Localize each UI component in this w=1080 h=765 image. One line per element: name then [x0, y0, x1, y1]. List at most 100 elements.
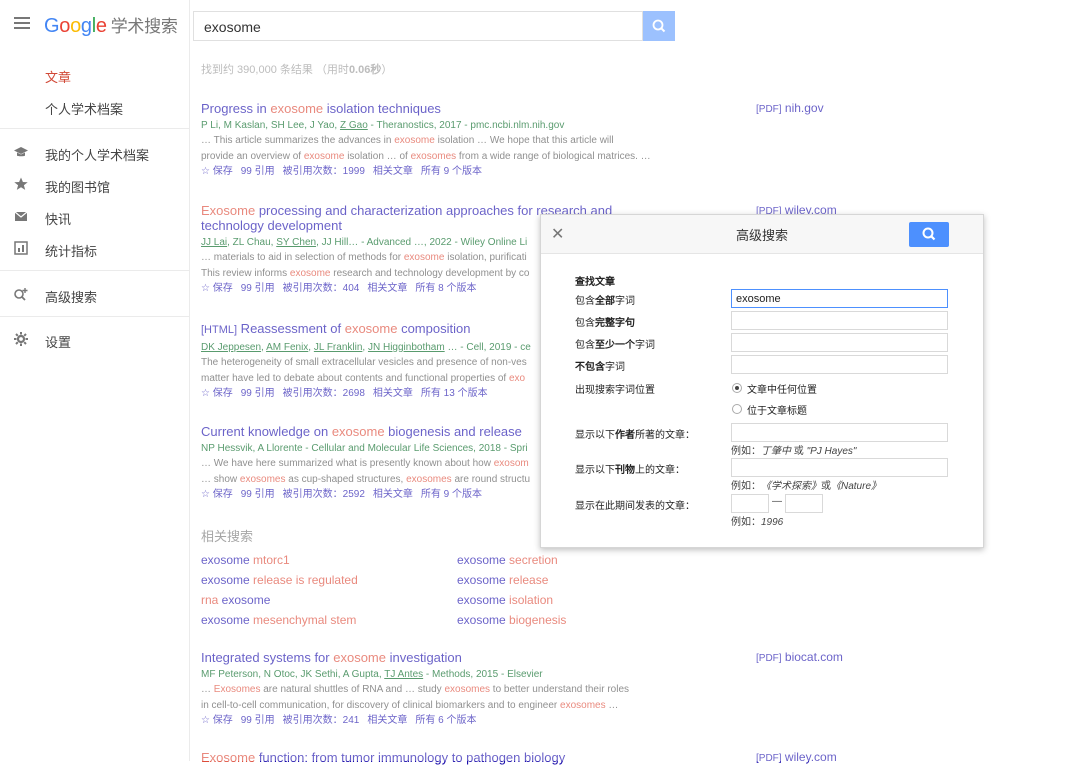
sidebar-item-label: 我的个人学术档案	[45, 148, 150, 163]
author-link[interactable]: JL Franklin	[314, 342, 363, 353]
save-link[interactable]: ☆ 保存	[201, 283, 233, 294]
related-searches-heading: 相关搜索	[201, 529, 254, 544]
sidebar-item-label: 文章	[45, 70, 72, 85]
radio-title-label: 位于文章标题	[747, 406, 807, 417]
pdf-link[interactable]: [PDF] nih.gov	[756, 101, 824, 115]
date-from-field[interactable]	[731, 494, 769, 513]
radio-anywhere[interactable]	[732, 383, 742, 393]
related-articles-link[interactable]: 相关文章	[367, 283, 407, 294]
sidebar-item-my-profile[interactable]: 我的个人学术档案	[0, 142, 189, 164]
author-link[interactable]: JN Higginbotham	[368, 342, 445, 353]
related-articles-link[interactable]: 相关文章	[373, 166, 413, 177]
related-search-link[interactable]: exosome release	[457, 573, 548, 587]
result-title[interactable]: Integrated systems for exosome investiga…	[201, 650, 761, 665]
section-heading: 查找文章	[575, 277, 615, 288]
search-button[interactable]	[643, 11, 675, 41]
sidebar-item-advanced-search[interactable]: 高级搜索	[0, 284, 189, 306]
related-search-link[interactable]: exosome biogenesis	[457, 613, 566, 627]
result-title[interactable]: Exosome function: from tumor immunology …	[201, 750, 761, 765]
cited-by-link[interactable]: 被引用次数：1999	[283, 166, 365, 177]
graduation-cap-icon	[13, 144, 29, 160]
occurrence-label: 出现搜索字词位置	[575, 385, 655, 396]
sidebar-item-label: 个人学术档案	[45, 102, 124, 117]
radio-title[interactable]	[732, 404, 742, 414]
cite-link[interactable]: 99 引用	[241, 283, 275, 294]
publication-hint: 例如：《学术探索》或《Nature》	[731, 481, 882, 492]
sidebar-item-alerts[interactable]: 快讯	[0, 206, 189, 228]
advanced-search-dialog: ✕ 高级搜索 查找文章 包含全部字词 包含完整字句 包含至少一个字词 不包含字词…	[540, 214, 984, 548]
publication-field[interactable]	[731, 458, 948, 477]
related-articles-link[interactable]: 相关文章	[373, 489, 413, 500]
logo-scholar-text: 学术搜索	[110, 17, 178, 36]
save-link[interactable]: ☆ 保存	[201, 489, 233, 500]
related-search-link[interactable]: exosome release is regulated	[201, 573, 358, 587]
result-authors: MF Peterson, N Otoc, JK Sethi, A Gupta, …	[201, 669, 543, 680]
advanced-search-icon	[13, 286, 29, 302]
pdf-link[interactable]: [PDF] wiley.com	[756, 750, 837, 764]
related-search-link[interactable]: rna exosome	[201, 593, 270, 607]
sidebar-item-library[interactable]: 我的图书馆	[0, 174, 189, 196]
search-result: Progress in exosome isolation techniques…	[201, 101, 761, 179]
cited-by-link[interactable]: 被引用次数：241	[283, 715, 360, 726]
result-snippet: … Exosomes are natural shuttles of RNA a…	[201, 684, 630, 711]
date-to-field[interactable]	[785, 494, 823, 513]
any-words-field[interactable]	[731, 333, 948, 352]
author-link[interactable]: DK Jeppesen	[201, 342, 261, 353]
google-scholar-logo[interactable]: Google 学术搜索	[44, 12, 178, 38]
result-title[interactable]: Progress in exosome isolation techniques	[201, 101, 761, 116]
advanced-search-button[interactable]	[909, 222, 949, 247]
cite-link[interactable]: 99 引用	[241, 166, 275, 177]
related-search-link[interactable]: exosome isolation	[457, 593, 553, 607]
versions-link[interactable]: 所有 9 个版本	[421, 166, 482, 177]
save-link[interactable]: ☆ 保存	[201, 388, 233, 399]
save-link[interactable]: ☆ 保存	[201, 166, 233, 177]
author-link[interactable]: JJ Lai	[201, 237, 227, 248]
sidebar-item-label: 设置	[45, 335, 72, 350]
sidebar-divider	[0, 316, 189, 317]
sidebar-item-label: 高级搜索	[45, 290, 98, 305]
related-articles-link[interactable]: 相关文章	[367, 715, 407, 726]
cited-by-link[interactable]: 被引用次数：2698	[283, 388, 365, 399]
search-result: Integrated systems for exosome investiga…	[201, 650, 761, 728]
author-link[interactable]: TJ Antes	[384, 669, 423, 680]
exact-phrase-field[interactable]	[731, 311, 948, 330]
all-words-field[interactable]	[731, 289, 948, 308]
cite-link[interactable]: 99 引用	[241, 388, 275, 399]
search-result: Exosome function: from tumor immunology …	[201, 750, 761, 765]
author-label: 显示以下作者所著的文章：	[575, 430, 695, 441]
without-words-field[interactable]	[731, 355, 948, 374]
author-link[interactable]: SY Chen	[276, 237, 316, 248]
related-search-link[interactable]: exosome mtorc1	[201, 553, 290, 567]
result-actions: ☆ 保存 99 引用 被引用次数：1999 相关文章 所有 9 个版本	[201, 165, 761, 179]
date-dash: —	[772, 496, 782, 507]
chart-icon	[13, 240, 29, 256]
versions-link[interactable]: 所有 13 个版本	[421, 388, 488, 399]
dialog-header: ✕ 高级搜索	[541, 215, 983, 254]
cited-by-link[interactable]: 被引用次数：2592	[283, 489, 365, 500]
menu-icon[interactable]	[14, 17, 30, 29]
result-stats: 找到约 390,000 条结果 （用时0.06秒）	[201, 64, 393, 76]
save-link[interactable]: ☆ 保存	[201, 715, 233, 726]
cite-link[interactable]: 99 引用	[241, 715, 275, 726]
versions-link[interactable]: 所有 6 个版本	[415, 715, 476, 726]
related-search-link[interactable]: exosome mesenchymal stem	[201, 613, 356, 627]
sidebar-item-metrics[interactable]: 统计指标	[0, 238, 189, 260]
publication-label: 显示以下刊物上的文章：	[575, 465, 685, 476]
author-link[interactable]: Z Gao	[340, 120, 368, 131]
sidebar-item-articles[interactable]: 文章	[0, 64, 189, 86]
author-field[interactable]	[731, 423, 948, 442]
author-hint: 例如：丁肇中 或 "PJ Hayes"	[731, 446, 857, 457]
search-icon	[922, 227, 936, 241]
search-input[interactable]	[202, 12, 636, 42]
related-search-link[interactable]: exosome secretion	[457, 553, 558, 567]
versions-link[interactable]: 所有 9 个版本	[421, 489, 482, 500]
versions-link[interactable]: 所有 8 个版本	[415, 283, 476, 294]
cite-link[interactable]: 99 引用	[241, 489, 275, 500]
related-articles-link[interactable]: 相关文章	[373, 388, 413, 399]
cited-by-link[interactable]: 被引用次数：404	[283, 283, 360, 294]
sidebar-item-profiles[interactable]: 个人学术档案	[0, 96, 189, 118]
pdf-link[interactable]: [PDF] biocat.com	[756, 650, 843, 664]
author-link[interactable]: AM Fenix	[266, 342, 308, 353]
sidebar-item-settings[interactable]: 设置	[0, 329, 189, 351]
sidebar-item-label: 快讯	[45, 212, 72, 227]
